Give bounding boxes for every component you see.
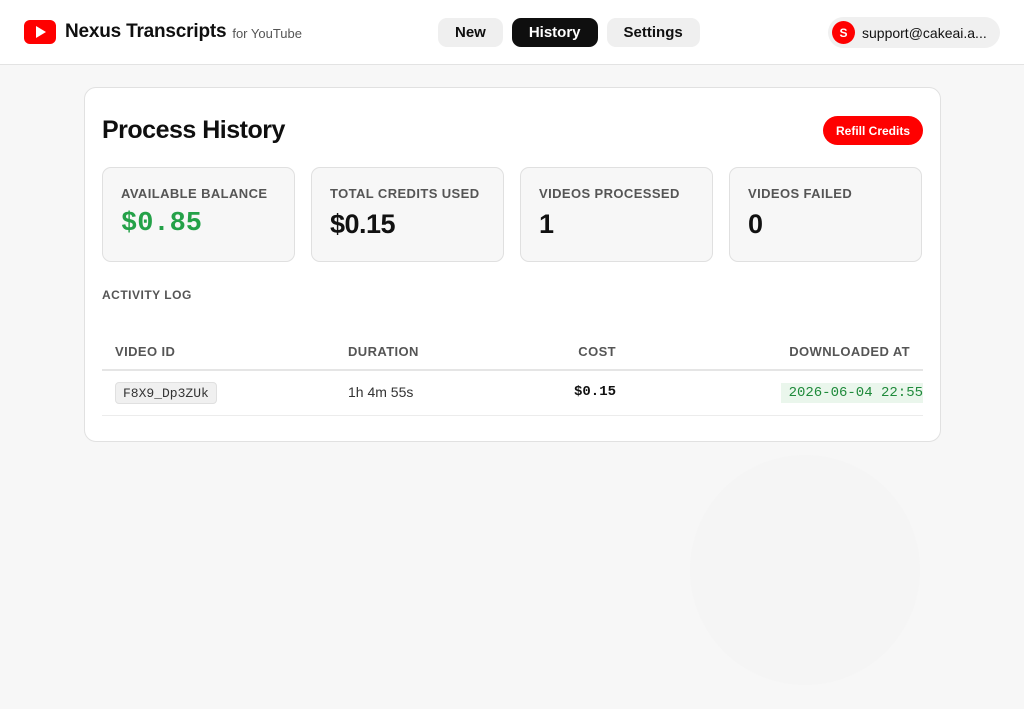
brand-subtitle: for YouTube bbox=[232, 26, 302, 41]
stat-value: 0 bbox=[748, 209, 763, 239]
stat-label: TOTAL CREDITS USED bbox=[330, 186, 480, 201]
column-video-id: VIDEO ID bbox=[115, 344, 176, 359]
stat-available-balance: AVAILABLE BALANCE $0.85 bbox=[102, 167, 295, 262]
table-row[interactable]: F8X9_Dp3ZUk 1h 4m 55s $0.15 2026-06-04 2… bbox=[102, 371, 923, 416]
stat-label: VIDEOS FAILED bbox=[748, 186, 853, 201]
stat-videos-failed: VIDEOS FAILED 0 bbox=[729, 167, 922, 262]
youtube-play-icon bbox=[24, 20, 56, 44]
account-menu[interactable]: S support@cakeai.a... bbox=[828, 17, 1000, 48]
activity-log-label: ACTIVITY LOG bbox=[102, 288, 192, 302]
background-decoration bbox=[690, 455, 920, 685]
column-cost: COST bbox=[578, 344, 616, 359]
history-card: Process History Refill Credits AVAILABLE… bbox=[84, 87, 941, 442]
refill-credits-button[interactable]: Refill Credits bbox=[823, 116, 924, 145]
table-header: VIDEO ID DURATION COST DOWNLOADED AT bbox=[102, 332, 923, 371]
stat-value: 1 bbox=[539, 209, 554, 239]
column-downloaded-at: DOWNLOADED AT bbox=[789, 344, 910, 359]
stat-videos-processed: VIDEOS PROCESSED 1 bbox=[520, 167, 713, 262]
nav-history-button[interactable]: History bbox=[511, 18, 598, 47]
duration: 1h 4m 55s bbox=[348, 384, 414, 400]
account-email: support@cakeai.a... bbox=[862, 24, 987, 41]
nav-settings-button[interactable]: Settings bbox=[606, 18, 700, 47]
nav-new-button[interactable]: New bbox=[438, 18, 503, 47]
page-title: Process History bbox=[102, 116, 285, 144]
top-bar: Nexus Transcripts for YouTube New Histor… bbox=[0, 0, 1024, 65]
activity-table: VIDEO ID DURATION COST DOWNLOADED AT F8X… bbox=[102, 332, 923, 416]
stat-label: VIDEOS PROCESSED bbox=[539, 186, 680, 201]
stat-value: $0.85 bbox=[121, 209, 203, 239]
stat-label: AVAILABLE BALANCE bbox=[121, 186, 268, 201]
column-duration: DURATION bbox=[348, 344, 419, 359]
video-id[interactable]: F8X9_Dp3ZUk bbox=[115, 382, 217, 404]
brand[interactable]: Nexus Transcripts for YouTube bbox=[24, 20, 302, 44]
brand-name: Nexus Transcripts bbox=[65, 21, 227, 42]
main-nav: New History Settings bbox=[438, 18, 709, 47]
downloaded-at: 2026-06-04 22:55 bbox=[780, 383, 923, 403]
stat-value: $0.15 bbox=[330, 209, 396, 239]
stats-row: AVAILABLE BALANCE $0.85 TOTAL CREDITS US… bbox=[102, 167, 922, 262]
cost: $0.15 bbox=[573, 384, 616, 400]
stat-total-credits-used: TOTAL CREDITS USED $0.15 bbox=[311, 167, 504, 262]
avatar: S bbox=[832, 21, 855, 44]
